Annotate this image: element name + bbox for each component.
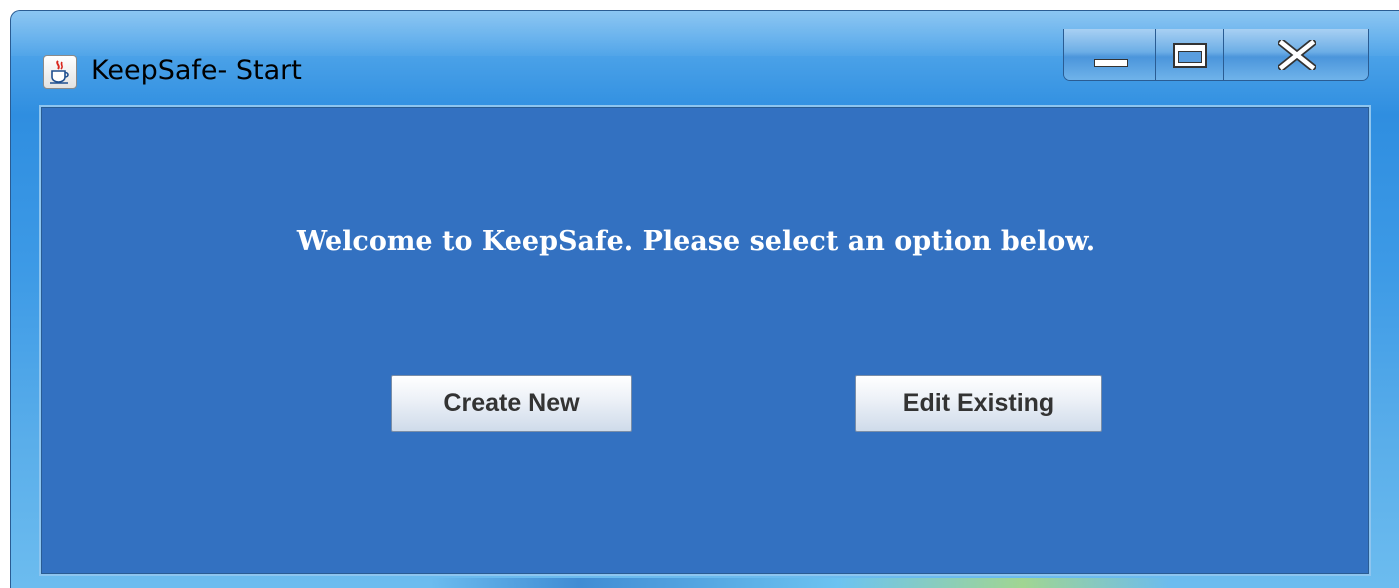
main-panel: Welcome to KeepSafe. Please select an op… xyxy=(39,105,1371,576)
welcome-message: Welcome to KeepSafe. Please select an op… xyxy=(296,226,1096,257)
close-icon xyxy=(1276,37,1318,75)
create-new-button[interactable]: Create New xyxy=(391,375,632,432)
maximize-icon xyxy=(1173,43,1208,68)
maximize-button[interactable] xyxy=(1155,29,1223,80)
close-button[interactable] xyxy=(1222,29,1368,80)
title-bar[interactable]: KeepSafe- Start xyxy=(11,11,1399,105)
minimize-button[interactable] xyxy=(1064,29,1156,80)
window-title: KeepSafe- Start xyxy=(91,55,302,86)
app-window: KeepSafe- Start Welcome to KeepSafe. Ple… xyxy=(10,10,1399,588)
minimize-icon xyxy=(1094,59,1128,67)
window-controls xyxy=(1063,29,1369,81)
edit-existing-button[interactable]: Edit Existing xyxy=(855,375,1102,432)
java-cup-icon[interactable] xyxy=(43,55,77,89)
taskbar-glow xyxy=(431,578,1171,588)
